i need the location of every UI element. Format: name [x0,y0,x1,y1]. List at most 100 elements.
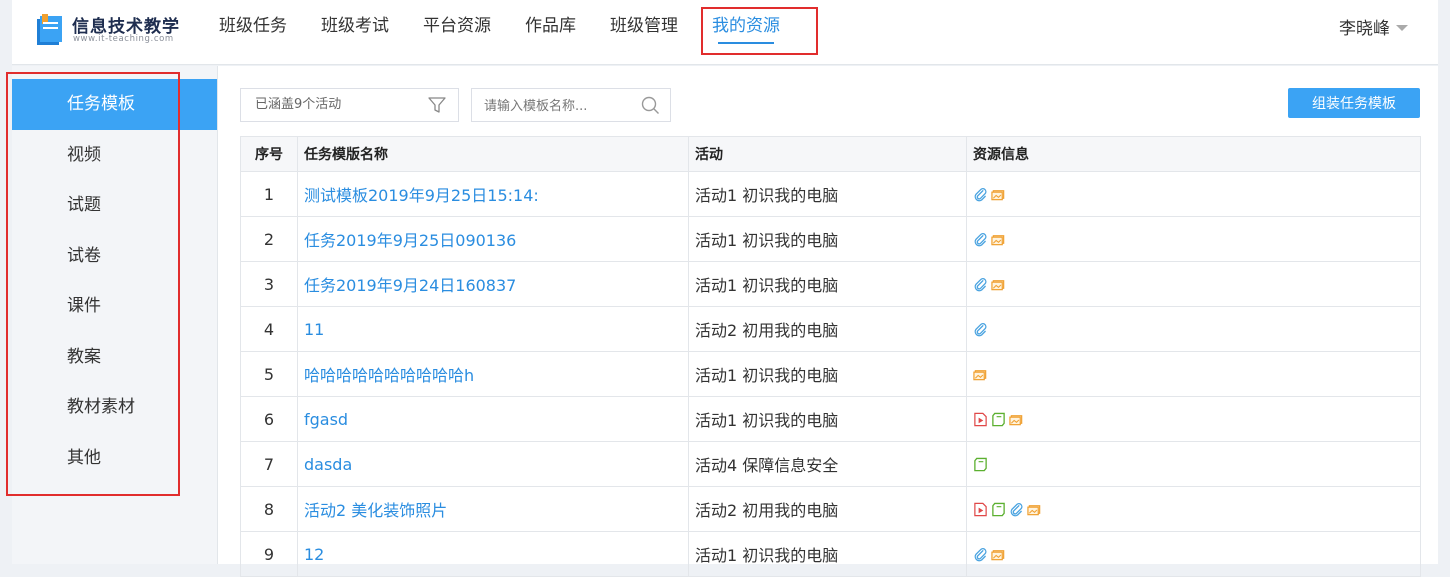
row-index: 2 [240,216,298,262]
row-name-cell: dasda [297,441,689,487]
sidebar-item-questions[interactable]: 试题 [12,180,217,231]
paperclip-icon[interactable] [973,547,988,562]
table-row: 1 测试模板2019年9月25日15:14: 活动1 初识我的电脑 [240,171,1421,217]
logo-subtitle: www.it-teaching.com [73,34,174,44]
video-icon[interactable] [973,412,988,427]
nav-platform-resources[interactable]: 平台资源 [406,0,508,64]
row-activity: 活动4 保障信息安全 [688,441,967,487]
paperclip-icon[interactable] [1009,502,1024,517]
template-name-link[interactable]: dasda [304,455,352,474]
template-name-link[interactable]: 11 [304,320,324,339]
sidebar-item-lesson-plans[interactable]: 教案 [12,332,217,383]
paperclip-icon[interactable] [973,277,988,292]
sidebar: 任务模板 视频 试题 试卷 课件 教案 教材素材 其他 [12,66,218,564]
row-name-cell: 任务2019年9月24日160837 [297,261,689,307]
image-icon[interactable] [991,277,1006,292]
document-icon[interactable] [973,457,988,472]
search-icon[interactable] [641,96,660,115]
resource-icons [973,547,1414,562]
table-row: 2 任务2019年9月25日090136 活动1 初识我的电脑 [240,216,1421,262]
resource-icons [973,277,1414,292]
nav-class-exams[interactable]: 班级考试 [304,0,406,64]
row-name-cell: 哈哈哈哈哈哈哈哈哈哈h [297,351,689,397]
video-icon[interactable] [973,502,988,517]
paperclip-icon[interactable] [973,322,988,337]
resource-icons [973,187,1414,202]
resource-icons [973,367,1414,382]
resource-icons [973,322,1414,337]
row-resources [966,396,1421,442]
image-icon[interactable] [991,187,1006,202]
row-activity: 活动1 初识我的电脑 [688,216,967,262]
template-name-link[interactable]: 任务2019年9月24日160837 [304,276,516,295]
paperclip-icon[interactable] [973,187,988,202]
activity-filter[interactable]: 已涵盖9个活动 [240,88,459,122]
table-row: 9 12 活动1 初识我的电脑 [240,531,1421,577]
template-name-link[interactable]: 任务2019年9月25日090136 [304,231,516,250]
filter-label: 已涵盖9个活动 [255,97,342,112]
template-name-link[interactable]: 12 [304,545,324,564]
table-row: 5 哈哈哈哈哈哈哈哈哈哈h 活动1 初识我的电脑 [240,351,1421,397]
resource-icons [973,502,1414,517]
row-activity: 活动1 初识我的电脑 [688,171,967,217]
image-icon[interactable] [1027,502,1042,517]
nav-label: 班级考试 [321,16,389,36]
column-header-index: 序号 [240,136,298,172]
column-header-resources: 资源信息 [966,136,1421,172]
template-name-link[interactable]: 活动2 美化装饰照片 [304,501,447,520]
row-name-cell: 测试模板2019年9月25日15:14: [297,171,689,217]
row-resources [966,216,1421,262]
template-name-link[interactable]: 测试模板2019年9月25日15:14: [304,186,539,205]
sidebar-item-other[interactable]: 其他 [12,433,217,484]
sidebar-item-task-templates[interactable]: 任务模板 [12,79,217,130]
row-index: 9 [240,531,298,577]
row-index: 6 [240,396,298,442]
image-icon[interactable] [1009,412,1024,427]
nav-label: 班级管理 [610,16,678,36]
sidebar-item-videos[interactable]: 视频 [12,130,217,181]
nav-my-resources[interactable]: 我的资源 [695,0,797,64]
nav-works-library[interactable]: 作品库 [508,0,593,64]
row-index: 4 [240,306,298,352]
paperclip-icon[interactable] [973,232,988,247]
table-row: 6 fgasd 活动1 初识我的电脑 [240,396,1421,442]
table-row: 7 dasda 活动4 保障信息安全 [240,441,1421,487]
site-logo[interactable]: 信息技术教学 www.it-teaching.com [34,10,194,50]
search-input[interactable] [482,90,646,122]
row-index: 1 [240,171,298,217]
table-row: 3 任务2019年9月24日160837 活动1 初识我的电脑 [240,261,1421,307]
column-header-name: 任务模版名称 [297,136,689,172]
table-body: 1 测试模板2019年9月25日15:14: 活动1 初识我的电脑 2 任务20… [240,171,1421,577]
top-header: 信息技术教学 www.it-teaching.com 班级任务 班级考试 平台资… [12,0,1438,65]
image-icon[interactable] [973,367,988,382]
row-name-cell: fgasd [297,396,689,442]
template-search [471,88,671,122]
user-menu[interactable]: 李晓峰 [1339,14,1408,39]
row-activity: 活动1 初识我的电脑 [688,531,967,577]
image-icon[interactable] [991,232,1006,247]
nav-class-management[interactable]: 班级管理 [593,0,695,64]
row-activity: 活动1 初识我的电脑 [688,261,967,307]
table-row: 8 活动2 美化装饰照片 活动2 初用我的电脑 [240,486,1421,532]
user-name: 李晓峰 [1339,19,1390,39]
document-icon[interactable] [991,412,1006,427]
template-name-link[interactable]: fgasd [304,410,348,429]
document-icon[interactable] [991,502,1006,517]
row-resources [966,306,1421,352]
resource-icons [973,457,1414,472]
column-header-activity: 活动 [688,136,967,172]
row-name-cell: 12 [297,531,689,577]
nav-class-tasks[interactable]: 班级任务 [202,0,304,64]
template-name-link[interactable]: 哈哈哈哈哈哈哈哈哈哈h [304,366,474,385]
nav-label: 作品库 [525,16,576,36]
sidebar-item-papers[interactable]: 试卷 [12,231,217,282]
sidebar-item-materials[interactable]: 教材素材 [12,382,217,433]
chevron-down-icon [1396,24,1408,31]
row-name-cell: 11 [297,306,689,352]
sidebar-list: 任务模板 视频 试题 试卷 课件 教案 教材素材 其他 [12,79,217,483]
template-table: 序号 任务模版名称 活动 资源信息 1 测试模板2019年9月25日15:14:… [240,136,1421,577]
image-icon[interactable] [991,547,1006,562]
assemble-template-button[interactable]: 组装任务模板 [1288,88,1420,118]
main-nav: 班级任务 班级考试 平台资源 作品库 班级管理 我的资源 [202,0,797,64]
sidebar-item-courseware[interactable]: 课件 [12,281,217,332]
